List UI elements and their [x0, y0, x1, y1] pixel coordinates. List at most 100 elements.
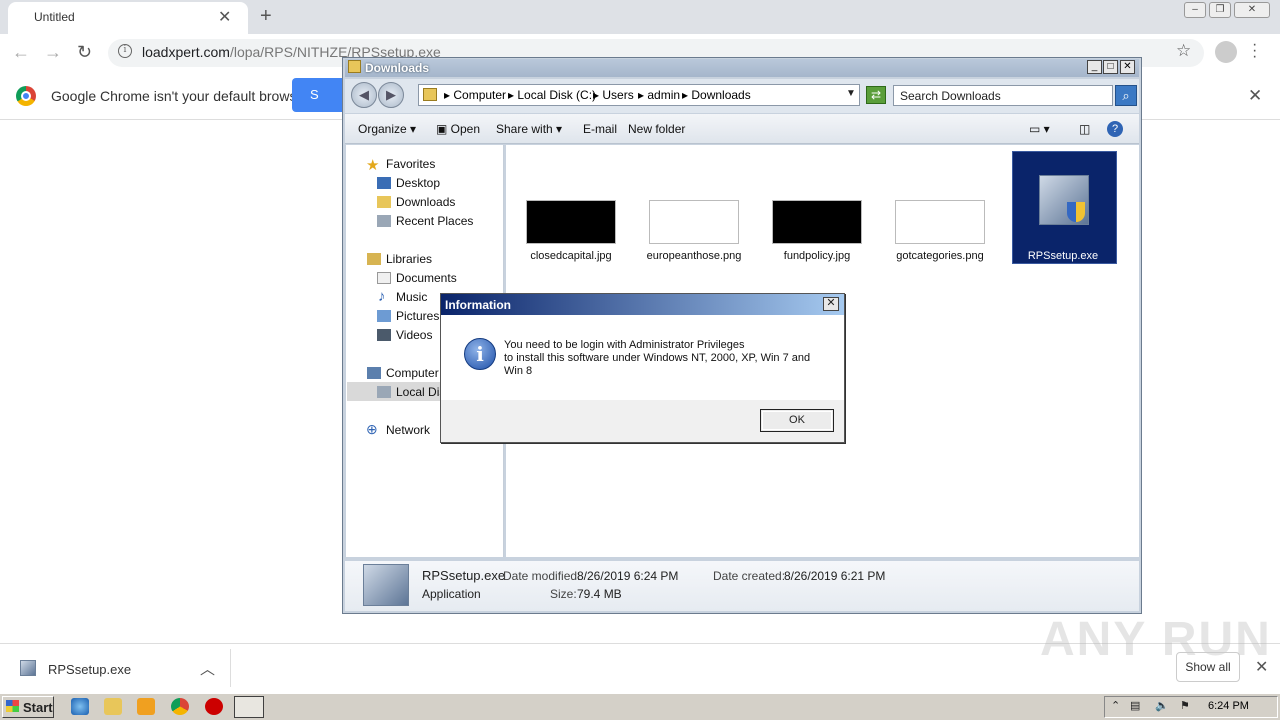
explorer-titlebar[interactable]	[345, 59, 1139, 77]
file-name[interactable]: fundpolicy.jpg	[762, 250, 872, 262]
file-thumbnail[interactable]	[895, 200, 985, 244]
back-icon[interactable]: ←	[12, 42, 30, 63]
nav-desktop[interactable]: Desktop	[396, 176, 440, 190]
downloads-folder-icon	[377, 196, 391, 208]
dialog-message-line3: Win 8	[504, 365, 533, 377]
file-name[interactable]: gotcategories.png	[885, 250, 995, 262]
search-icon[interactable]: ⌕	[1115, 85, 1137, 106]
url-host: loadxpert.com	[142, 44, 230, 60]
file-thumbnail[interactable]	[526, 200, 616, 244]
search-downloads-input[interactable]: Search Downloads	[893, 85, 1113, 106]
computer-icon	[367, 367, 381, 379]
dialog-message-line2: to install this software under Windows N…	[504, 352, 811, 364]
internet-explorer-icon[interactable]	[71, 698, 89, 715]
bookmark-star-icon[interactable]: ☆	[1176, 41, 1191, 61]
details-type: Application	[422, 587, 481, 601]
file-thumbnail[interactable]	[772, 200, 862, 244]
download-file-icon	[20, 660, 36, 676]
details-created-label: Date created:	[713, 569, 786, 583]
action-center-flag-icon[interactable]: ⚑	[1180, 699, 1190, 712]
details-size-value: 79.4 MB	[577, 587, 622, 601]
explorer-taskbar-icon[interactable]	[104, 698, 122, 715]
profile-avatar-icon[interactable]	[1215, 41, 1237, 63]
details-size-label: Size:	[550, 587, 577, 601]
local-disk-icon	[377, 386, 391, 398]
nav-pictures[interactable]: Pictures	[396, 309, 439, 323]
minimize-icon[interactable]: –	[1184, 2, 1206, 18]
email-button[interactable]: E-mail	[583, 122, 617, 136]
chevron-up-icon[interactable]: ︿	[200, 658, 215, 679]
nav-computer[interactable]: Computer	[386, 366, 439, 380]
file-name[interactable]: RPSsetup.exe	[1008, 250, 1118, 262]
tab-close-icon[interactable]: ✕	[218, 7, 231, 27]
network-icon: ⊕	[366, 421, 378, 437]
explorer-title: Downloads	[365, 61, 430, 75]
media-player-icon[interactable]	[137, 698, 155, 715]
desktop-icon	[377, 177, 391, 189]
nav-libraries[interactable]: Libraries	[386, 252, 432, 266]
breadcrumb-admin[interactable]: ▸ admin	[638, 88, 680, 102]
installer-icon	[363, 564, 409, 606]
file-name[interactable]: europeanthose.png	[639, 250, 749, 262]
nav-network[interactable]: Network	[386, 423, 430, 437]
tab-title: Untitled	[34, 10, 75, 24]
forward-icon[interactable]: →	[44, 42, 62, 63]
download-item-name[interactable]: RPSsetup.exe	[48, 662, 131, 677]
download-separator	[230, 649, 231, 687]
organize-button[interactable]: Organize ▾	[358, 122, 416, 136]
reload-icon[interactable]: ↻	[77, 42, 92, 63]
nav-favorites[interactable]: Favorites	[386, 157, 435, 171]
nav-videos[interactable]: Videos	[396, 328, 432, 342]
ok-button[interactable]: OK	[760, 409, 834, 432]
nav-downloads[interactable]: Downloads	[396, 195, 455, 209]
help-icon[interactable]: ?	[1107, 121, 1123, 137]
breadcrumb-downloads[interactable]: ▸ Downloads	[682, 88, 751, 102]
share-with-button[interactable]: Share with ▾	[496, 122, 562, 136]
restore-icon[interactable]: ❐	[1209, 2, 1231, 18]
recent-places-icon	[377, 215, 391, 227]
file-name[interactable]: closedcapital.jpg	[516, 250, 626, 262]
show-all-button[interactable]: Show all	[1176, 652, 1240, 682]
close-window-icon[interactable]: ✕	[1234, 2, 1270, 18]
explorer-close-icon[interactable]: ✕	[1120, 60, 1135, 74]
explorer-forward-icon[interactable]: ▶	[378, 82, 404, 108]
opera-icon[interactable]	[205, 698, 223, 715]
volume-icon[interactable]: 🔈	[1155, 699, 1169, 712]
infobar-close-icon[interactable]: ✕	[1248, 86, 1262, 106]
details-modified-label: Date modified:	[503, 569, 581, 583]
breadcrumb-users[interactable]: ▸ Users	[593, 88, 634, 102]
nav-documents[interactable]: Documents	[396, 271, 457, 285]
tray-expand-icon[interactable]: ⌃	[1111, 699, 1120, 712]
address-dropdown-icon[interactable]: ▼	[846, 88, 856, 99]
videos-icon	[377, 329, 391, 341]
chrome-logo-icon	[16, 86, 36, 106]
site-info-icon[interactable]: i	[118, 44, 132, 58]
nav-recent-places[interactable]: Recent Places	[396, 214, 473, 228]
breadcrumb-computer[interactable]: ▸ Computer	[444, 88, 506, 102]
view-options-icon[interactable]: ▭ ▾	[1029, 122, 1050, 136]
new-folder-button[interactable]: New folder	[628, 122, 685, 136]
dialog-message-line1: You need to be login with Administrator …	[504, 339, 745, 351]
download-shelf-close-icon[interactable]: ✕	[1255, 657, 1268, 677]
explorer-back-icon[interactable]: ◀	[351, 82, 377, 108]
chrome-menu-icon[interactable]: · · ·	[1252, 37, 1257, 65]
taskbar-clock[interactable]: 6:24 PM	[1208, 700, 1249, 712]
refresh-icon[interactable]: ⇄	[866, 86, 886, 104]
open-button[interactable]: ▣ Open	[436, 122, 480, 136]
information-icon: i	[464, 338, 496, 370]
installer-taskbar-button[interactable]	[234, 696, 264, 718]
taskbar	[0, 693, 1280, 720]
details-created-value: 8/26/2019 6:21 PM	[784, 569, 886, 583]
breadcrumb-localdisk[interactable]: ▸ Local Disk (C:)	[508, 88, 596, 102]
file-thumbnail[interactable]	[649, 200, 739, 244]
chrome-taskbar-icon[interactable]	[171, 698, 189, 715]
network-tray-icon[interactable]: ▤	[1130, 699, 1140, 712]
explorer-minimize-icon[interactable]: _	[1087, 60, 1102, 74]
new-tab-icon[interactable]: +	[260, 5, 272, 28]
preview-pane-icon[interactable]: ◫	[1079, 122, 1090, 136]
windows-logo-icon	[6, 700, 19, 712]
favorites-star-icon: ★	[366, 157, 380, 174]
dialog-close-icon[interactable]: ✕	[823, 297, 839, 311]
explorer-maximize-icon[interactable]: □	[1103, 60, 1118, 74]
nav-music[interactable]: Music	[396, 290, 427, 304]
